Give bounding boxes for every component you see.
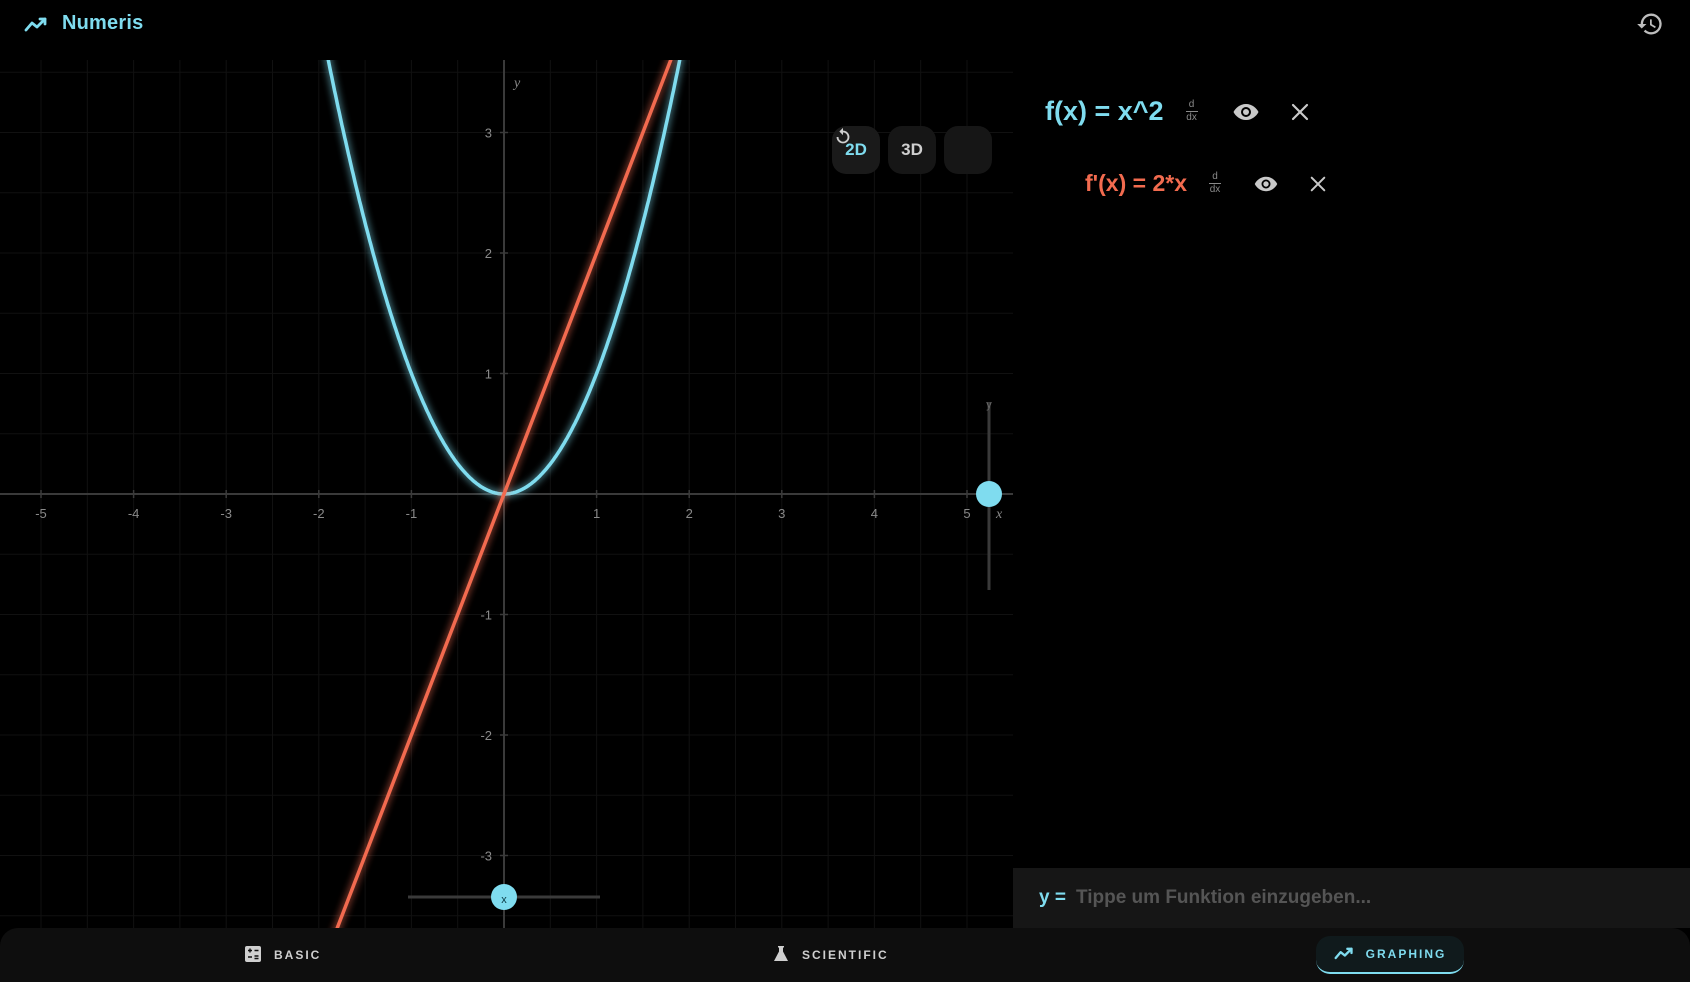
- y-tick-label: 3: [485, 126, 492, 141]
- y-tick-label: -2: [480, 728, 492, 743]
- y-slider-label: y: [986, 399, 992, 411]
- close-icon: [1291, 103, 1308, 120]
- derivative-button[interactable]: d dx: [1185, 99, 1198, 123]
- nav-scientific-label: SCIENTIFIC: [802, 948, 889, 962]
- y-slider-handle[interactable]: [976, 481, 1002, 507]
- graph-controls: 2D 3D: [832, 126, 992, 174]
- nav-basic[interactable]: BASIC: [244, 936, 321, 974]
- app-title: Numeris: [62, 12, 144, 34]
- derivative-button[interactable]: d dx: [1208, 171, 1221, 195]
- x-slider-label: x: [501, 894, 507, 906]
- x-tick-label: -3: [220, 506, 232, 521]
- bottom-nav: BASIC SCIENTIFIC GRAPHING: [0, 928, 1690, 982]
- brand: Numeris: [24, 12, 143, 35]
- trending-line-icon: [1334, 945, 1354, 964]
- y-axis-label: y: [512, 76, 521, 91]
- y-tick-label: -3: [480, 849, 492, 864]
- nav-scientific[interactable]: SCIENTIFIC: [772, 936, 889, 974]
- function-item: f(x) = x^2 d dx: [1045, 96, 1310, 127]
- x-tick-label: 4: [871, 506, 878, 521]
- graph-canvas[interactable]: -5 -4 -3 -2 -1 1 2 3 4 5 -3 -2 -1 1 2 3 x y y x 2D 3D: [0, 60, 1013, 928]
- function-input-bar: y =: [1013, 868, 1690, 928]
- derivative-item: f'(x) = 2*x d dx: [1085, 170, 1327, 197]
- close-icon: [1310, 176, 1326, 191]
- function-expression[interactable]: f(x) = x^2: [1045, 96, 1164, 127]
- function-input[interactable]: [1073, 886, 1678, 910]
- history-icon: [1636, 10, 1664, 43]
- eye-icon: [1233, 103, 1259, 120]
- nav-graphing-label: GRAPHING: [1365, 947, 1447, 961]
- remove-function-button[interactable]: [1309, 175, 1327, 193]
- input-prefix: y =: [1039, 887, 1066, 908]
- x-tick-label: -2: [313, 506, 325, 521]
- history-button[interactable]: [1634, 10, 1666, 42]
- derivative-dx: dx: [1186, 112, 1197, 123]
- x-tick-label: 5: [963, 506, 970, 521]
- nav-graphing[interactable]: GRAPHING: [1316, 936, 1464, 974]
- visibility-toggle-button[interactable]: [1232, 102, 1260, 122]
- header: Numeris: [0, 0, 1690, 60]
- x-tick-label: 1: [593, 506, 600, 521]
- x-tick-label: 2: [686, 506, 693, 521]
- nav-basic-label: BASIC: [274, 948, 322, 962]
- function-plot[interactable]: -5 -4 -3 -2 -1 1 2 3 4 5 -3 -2 -1 1 2 3 x y y x: [0, 60, 1013, 928]
- eye-icon: [1254, 176, 1278, 191]
- flask-icon: [772, 945, 790, 966]
- derivative-dx: dx: [1209, 184, 1221, 195]
- y-tick-label: 2: [485, 246, 492, 261]
- y-tick-label: 1: [485, 367, 492, 382]
- app-root: Numeris -5 -4 -3 -2 -1 1 2 3 4 5 -3 -2 -1 1 2 3 x y y x 2D …: [0, 0, 1690, 982]
- mode-3d-button[interactable]: 3D: [888, 126, 936, 174]
- x-tick-label: -5: [35, 506, 47, 521]
- reset-view-button[interactable]: [836, 126, 992, 174]
- x-tick-label: -1: [406, 506, 418, 521]
- derivative-d: d: [1188, 99, 1195, 110]
- remove-function-button[interactable]: [1290, 102, 1310, 122]
- x-tick-label: 3: [778, 506, 785, 521]
- x-axis-label: x: [995, 507, 1003, 522]
- calculator-icon: [244, 945, 262, 966]
- y-tick-label: -1: [480, 608, 492, 623]
- visibility-toggle-button[interactable]: [1253, 175, 1279, 193]
- function-list: f(x) = x^2 d dx f'(x) = 2*x d dx: [1013, 60, 1690, 868]
- trending-line-icon: [24, 15, 48, 33]
- x-tick-label: -4: [128, 506, 140, 521]
- derivative-expression[interactable]: f'(x) = 2*x: [1085, 170, 1187, 197]
- derivative-d: d: [1212, 171, 1218, 182]
